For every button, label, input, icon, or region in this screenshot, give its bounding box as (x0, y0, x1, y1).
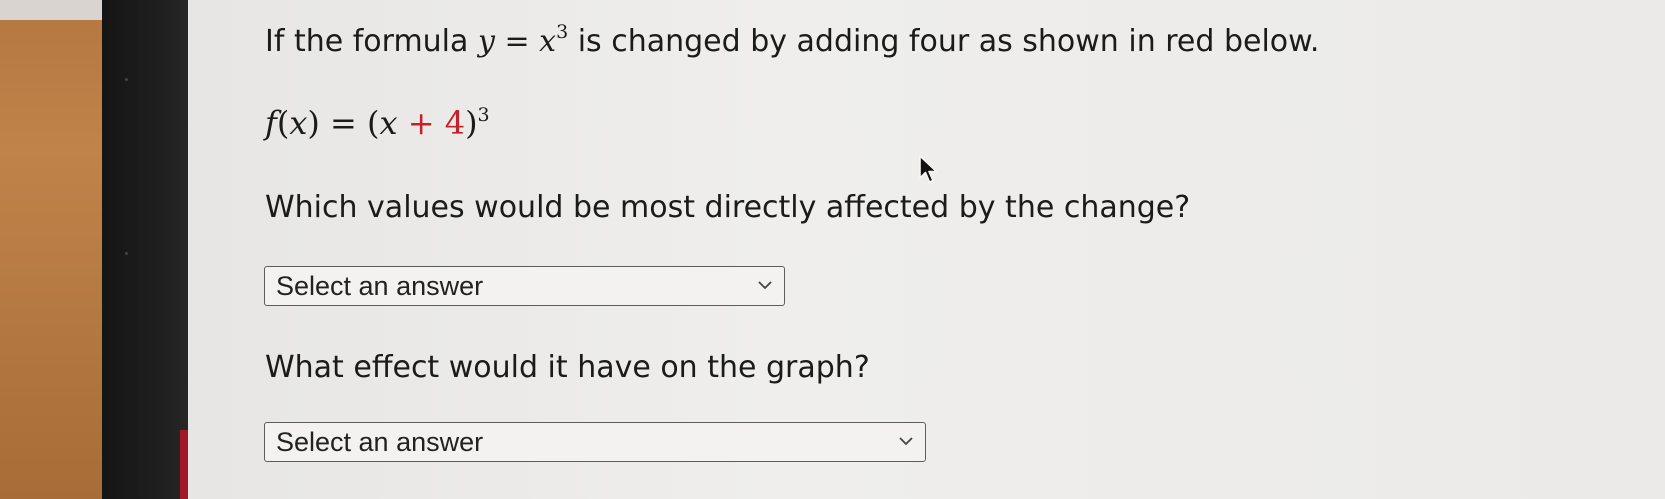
monitor-bezel (102, 0, 188, 499)
bezel-dot (125, 78, 128, 81)
intro-lhs: y (477, 24, 495, 59)
formula-exponent: 3 (477, 104, 490, 126)
chevron-down-icon (758, 281, 772, 290)
chevron-down-icon (899, 437, 913, 446)
intro-prefix: If the formula (265, 24, 469, 59)
formula-equals: = (330, 104, 357, 142)
question-values-affected: Which values would be most directly affe… (265, 190, 1191, 225)
values-affected-select[interactable]: Select an answer (264, 266, 785, 306)
mouse-cursor-icon (919, 155, 938, 183)
intro-text: If the formula y = x3 is changed by addi… (265, 21, 1320, 59)
formula-var: x (289, 104, 308, 142)
intro-suffix: is changed by adding four as shown in re… (577, 24, 1320, 59)
formula-plus: + (407, 104, 435, 142)
formula-open-paren: ( (276, 104, 290, 142)
formula-rparen: ) (465, 104, 478, 142)
intro-exponent: 3 (556, 21, 569, 43)
bezel-dot (125, 252, 128, 255)
formula-lparen: ( (367, 104, 380, 142)
intro-base: x (539, 24, 557, 59)
graph-effect-select[interactable]: Select an answer (264, 422, 926, 462)
intro-equals: = (504, 24, 530, 59)
formula-added-value: 4 (444, 104, 466, 142)
question-panel: If the formula y = x3 is changed by addi… (264, 0, 1645, 499)
formula-close-paren: ) (307, 104, 320, 142)
formula-fname: f (265, 104, 277, 142)
desk-surface (0, 0, 102, 499)
question-graph-effect: What effect would it have on the graph? (265, 350, 870, 385)
background-wall (0, 0, 102, 20)
bezel-accent (180, 430, 188, 499)
formula: f(x) = (x + 4)3 (265, 104, 490, 142)
values-affected-select-value: Select an answer (276, 271, 484, 301)
formula-base: x (379, 104, 398, 142)
graph-effect-select-value: Select an answer (276, 427, 484, 457)
